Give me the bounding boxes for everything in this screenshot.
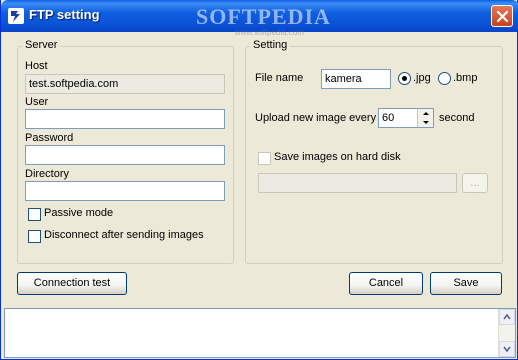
- passive-mode-label: Passive mode: [44, 207, 114, 219]
- close-button[interactable]: [491, 5, 513, 27]
- watermark-url: www.softpedia.com: [235, 28, 304, 37]
- log-area[interactable]: [4, 308, 516, 358]
- jpg-label: .jpg: [413, 72, 431, 84]
- watermark: SOFTPEDIA: [196, 4, 331, 29]
- connection-test-button[interactable]: Connection test: [17, 272, 127, 295]
- spin-up-button[interactable]: [417, 109, 433, 118]
- arrow-up-icon: [503, 313, 511, 320]
- browse-button[interactable]: ...: [462, 173, 488, 193]
- arrow-down-icon: [503, 346, 511, 353]
- save-hd-checkbox[interactable]: [258, 152, 271, 165]
- file-name-field[interactable]: [321, 69, 391, 89]
- passive-mode-checkbox[interactable]: [28, 208, 41, 221]
- host-label: Host: [25, 60, 48, 72]
- arrow-down-icon: [423, 121, 429, 124]
- password-field[interactable]: [25, 145, 225, 165]
- file-name-label: File name: [255, 72, 304, 84]
- close-icon: [496, 10, 509, 23]
- user-label: User: [25, 96, 49, 108]
- scroll-down-button[interactable]: [499, 341, 515, 357]
- window-title: FTP setting: [29, 7, 100, 22]
- scroll-up-button[interactable]: [499, 309, 515, 325]
- spin-down-button[interactable]: [417, 118, 433, 127]
- upload-interval-value: 60: [382, 112, 395, 124]
- bmp-label: .bmp: [453, 72, 478, 84]
- upload-interval-stepper[interactable]: 60: [378, 108, 434, 128]
- save-hd-label: Save images on hard disk: [274, 151, 401, 163]
- server-group-label: Server: [22, 39, 61, 51]
- directory-label: Directory: [25, 168, 70, 180]
- save-button[interactable]: Save: [430, 272, 502, 295]
- directory-field[interactable]: [25, 181, 225, 201]
- upload-unit-label: second: [439, 112, 475, 124]
- save-path-field[interactable]: [258, 173, 457, 193]
- log-scrollbar[interactable]: [498, 309, 515, 357]
- upload-interval-label: Upload new image every: [255, 112, 377, 124]
- host-field[interactable]: [25, 74, 225, 94]
- user-field[interactable]: [25, 109, 225, 129]
- jpg-radio[interactable]: [398, 72, 411, 85]
- title-bar: FTP setting SOFTPEDIA www.softpedia.com: [1, 0, 518, 37]
- disconnect-checkbox[interactable]: [28, 230, 41, 243]
- arrow-up-icon: [423, 112, 429, 115]
- app-icon: [8, 8, 24, 24]
- disconnect-label: Disconnect after sending images: [44, 229, 204, 241]
- password-label: Password: [25, 132, 74, 144]
- bmp-radio[interactable]: [438, 72, 451, 85]
- setting-group-label: Setting: [250, 39, 291, 51]
- cancel-button[interactable]: Cancel: [349, 272, 423, 295]
- ftp-setting-window: FTP setting SOFTPEDIA www.softpedia.com …: [0, 0, 518, 360]
